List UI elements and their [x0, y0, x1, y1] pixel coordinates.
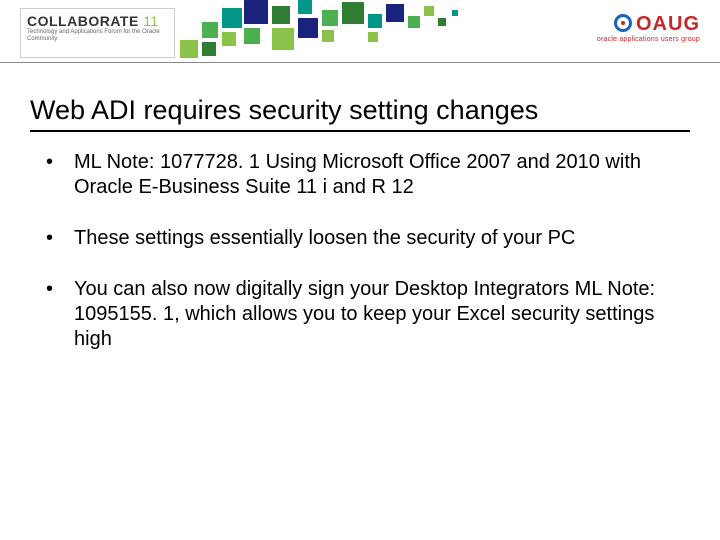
collab-year: 11: [143, 13, 159, 29]
collaborate-logo: COLLABORATE 11 Technology and Applicatio…: [20, 8, 175, 58]
oaug-logo: OAUG oracle applications users group: [597, 12, 700, 43]
list-item: These settings essentially loosen the se…: [30, 226, 690, 251]
header-divider: [0, 62, 720, 63]
list-item: You can also now digitally sign your Des…: [30, 277, 690, 352]
collaborate-logo-text: COLLABORATE 11: [27, 13, 168, 29]
decorative-squares: [180, 0, 560, 62]
oaug-brand: OAUG: [636, 13, 700, 35]
slide-header: COLLABORATE 11 Technology and Applicatio…: [0, 0, 720, 75]
slide-title: Web ADI requires security setting change…: [30, 95, 690, 132]
oaug-tagline: oracle applications users group: [597, 36, 700, 43]
bullet-list: ML Note: 1077728. 1 Using Microsoft Offi…: [30, 150, 690, 352]
collab-main: COLLABORATE: [27, 13, 139, 29]
slide-content: Web ADI requires security setting change…: [0, 75, 720, 352]
list-item: ML Note: 1077728. 1 Using Microsoft Offi…: [30, 150, 690, 200]
gear-icon: [614, 14, 632, 32]
collab-subtitle: Technology and Applications Forum for th…: [27, 29, 168, 42]
